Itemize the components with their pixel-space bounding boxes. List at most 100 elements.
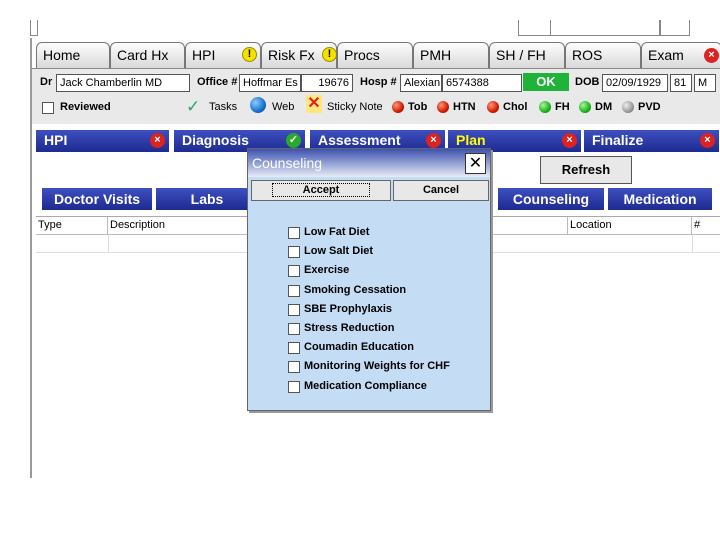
sticky-note-icon[interactable]: ✕ (306, 95, 322, 113)
tasks-icon[interactable]: ✓ (186, 97, 200, 117)
option-label[interactable]: Exercise (304, 264, 349, 276)
column-header-number[interactable]: # (692, 217, 720, 235)
section-label: Assessment (318, 132, 401, 148)
section-label: HPI (44, 132, 68, 148)
tab-label: SH / FH (496, 47, 546, 63)
cancel-button[interactable]: Cancel (393, 180, 489, 201)
tab-sh-fh[interactable]: SH / FH (489, 42, 565, 68)
web-globe-icon[interactable] (250, 97, 266, 113)
top-strip-segment (550, 20, 660, 36)
counseling-dialog: Counseling ✕ Accept Cancel Low Fat Diet … (247, 148, 491, 411)
top-strip-segment (30, 20, 38, 36)
dm-label[interactable]: DM (595, 101, 612, 113)
option-label[interactable]: Low Salt Diet (304, 245, 373, 257)
section-hpi[interactable]: HPI × (36, 130, 172, 152)
dm-indicator-icon (579, 101, 591, 113)
dialog-title: Counseling (252, 155, 323, 171)
pvd-label[interactable]: PVD (638, 101, 661, 113)
patient-info-bar: Dr Jack Chamberlin MD Office # Hoffmar E… (32, 68, 720, 124)
accept-label: Accept (271, 183, 371, 197)
warning-icon: ! (322, 47, 336, 62)
option-label[interactable]: Stress Reduction (304, 322, 394, 334)
option-checkbox[interactable] (288, 361, 300, 374)
tab-hpi[interactable]: HPI! (185, 42, 261, 68)
hosp-label: Hosp # (360, 76, 397, 88)
tab-doctor-visits[interactable]: Doctor Visits (42, 188, 152, 210)
close-circle-icon: × (562, 133, 577, 148)
tab-counseling[interactable]: Counseling (498, 188, 604, 210)
tab-label: Risk Fx (268, 47, 315, 63)
option-checkbox[interactable] (288, 380, 300, 393)
dob-label: DOB (575, 76, 600, 88)
option-label[interactable]: SBE Prophylaxis (304, 303, 392, 315)
option-checkbox[interactable] (288, 342, 300, 355)
tab-label: HPI (192, 47, 216, 63)
office-number-field[interactable]: 19676 (301, 74, 353, 92)
close-circle-icon: × (150, 133, 165, 148)
sex-field[interactable]: M (694, 74, 716, 92)
tob-label[interactable]: Tob (408, 101, 427, 113)
close-circle-icon: × (426, 133, 441, 148)
option-checkbox[interactable] (288, 246, 300, 259)
option-checkbox[interactable] (288, 284, 300, 297)
option-label[interactable]: Monitoring Weights for CHF (304, 360, 450, 372)
age-field[interactable]: 81 (670, 74, 692, 92)
tab-label: Exam (648, 47, 684, 63)
section-label: Plan (456, 132, 486, 148)
option-checkbox[interactable] (288, 265, 300, 278)
option-checkbox[interactable] (288, 227, 300, 239)
reviewed-label: Reviewed (60, 101, 111, 113)
warning-icon: ! (242, 47, 257, 62)
option-checkbox[interactable] (288, 303, 300, 316)
tab-labs[interactable]: Labs (156, 188, 258, 210)
top-strip-segment (660, 20, 690, 36)
pvd-indicator-icon (622, 101, 634, 113)
option-checkbox[interactable] (288, 322, 300, 335)
hosp-number-field[interactable]: 6574388 (442, 74, 522, 92)
tob-indicator-icon (392, 101, 404, 113)
office-name-field[interactable]: Hoffmar Es (239, 74, 301, 92)
dr-label: Dr (40, 76, 53, 88)
dialog-title-bar[interactable]: Counseling ✕ (248, 149, 490, 177)
web-label[interactable]: Web (272, 101, 294, 113)
hosp-name-field[interactable]: Alexian (400, 74, 442, 92)
column-header-type[interactable]: Type (36, 217, 108, 235)
office-label: Office # (197, 76, 238, 88)
htn-label[interactable]: HTN (453, 101, 476, 113)
fh-label[interactable]: FH (555, 101, 570, 113)
ok-button[interactable]: OK (523, 73, 569, 91)
dob-field[interactable]: 02/09/1929 (602, 74, 668, 92)
option-label[interactable]: Low Fat Diet (304, 226, 369, 238)
doctor-field[interactable]: Jack Chamberlin MD (56, 74, 190, 92)
tab-exam[interactable]: Exam × (641, 42, 720, 68)
close-icon[interactable]: × (704, 48, 719, 63)
accept-button[interactable]: Accept (251, 180, 391, 201)
tasks-label[interactable]: Tasks (209, 101, 237, 113)
tab-card-hx[interactable]: Card Hx (110, 42, 185, 68)
section-label: Diagnosis (182, 132, 249, 148)
reviewed-checkbox[interactable] (42, 102, 54, 114)
tab-risk-fx[interactable]: Risk Fx! (261, 42, 337, 68)
close-circle-icon: × (700, 133, 715, 148)
checkmark-circle-icon: ✓ (286, 133, 301, 148)
chol-label[interactable]: Chol (503, 101, 527, 113)
main-tabs: Home Card Hx HPI! Risk Fx! Procs PMH SH … (32, 42, 720, 68)
tab-pmh[interactable]: PMH (413, 42, 489, 68)
tab-label: ROS (572, 47, 603, 63)
section-label: Finalize (592, 132, 644, 148)
column-header-location[interactable]: Location (568, 217, 692, 235)
htn-indicator-icon (437, 101, 449, 113)
tab-label: Card Hx (117, 47, 169, 63)
section-finalize[interactable]: Finalize × (584, 130, 720, 152)
chol-indicator-icon (487, 101, 499, 113)
sticky-note-label[interactable]: Sticky Note (327, 101, 383, 113)
refresh-button[interactable]: Refresh (540, 156, 632, 184)
tab-procs[interactable]: Procs (337, 42, 413, 68)
option-label[interactable]: Smoking Cessation (304, 284, 406, 296)
option-label[interactable]: Medication Compliance (304, 380, 427, 392)
tab-home[interactable]: Home (36, 42, 110, 68)
tab-ros[interactable]: ROS (565, 42, 641, 68)
option-label[interactable]: Coumadin Education (304, 341, 414, 353)
tab-medication[interactable]: Medication (608, 188, 712, 210)
close-icon[interactable]: ✕ (465, 153, 486, 174)
